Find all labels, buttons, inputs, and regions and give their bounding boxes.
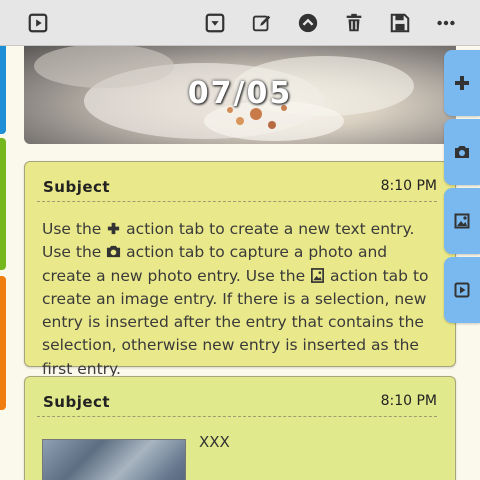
entry-photo[interactable] (42, 439, 186, 480)
edit-button[interactable] (248, 9, 276, 37)
dropdown-button[interactable] (201, 9, 229, 37)
entry-text-part: Use the (42, 220, 107, 238)
toolbar (0, 0, 480, 46)
text-entry-card[interactable]: Subject 8:10 PM Use the action tab to cr… (24, 161, 456, 378)
more-button[interactable] (432, 9, 460, 37)
play-icon (28, 13, 48, 33)
photo-entry-tab[interactable] (444, 119, 480, 185)
add-icon (108, 222, 120, 235)
entry-time: 8:10 PM (380, 393, 437, 409)
more-icon (437, 20, 455, 26)
delete-icon (346, 13, 362, 32)
dropdown-icon (205, 13, 225, 33)
date-label: 07/05 (187, 76, 293, 111)
delete-button[interactable] (340, 9, 368, 37)
entry-caption[interactable]: XXX (199, 433, 230, 451)
left-tab-orange[interactable] (0, 276, 6, 410)
entry-text[interactable]: Use the action tab to create a new text … (42, 218, 439, 381)
left-tab-green[interactable] (0, 138, 6, 270)
move-up-button[interactable] (294, 9, 322, 37)
camera-icon (107, 246, 121, 258)
play-button[interactable] (24, 9, 52, 37)
add-icon (455, 76, 469, 90)
image-icon (454, 213, 470, 229)
photo-entry-card[interactable]: Subject 8:10 PM XXX (24, 376, 456, 480)
entry-header: Subject 8:10 PM (37, 178, 437, 202)
add-entry-tab[interactable] (444, 50, 480, 116)
entry-subject[interactable]: Subject (43, 393, 110, 411)
image-icon (311, 267, 324, 283)
entry-header: Subject 8:10 PM (37, 393, 437, 417)
save-button[interactable] (386, 9, 414, 37)
entry-subject[interactable]: Subject (43, 178, 110, 196)
play-icon (454, 282, 470, 298)
up-icon (298, 13, 318, 33)
date-banner[interactable]: 07/05 (24, 46, 456, 144)
entry-time: 8:10 PM (380, 178, 437, 194)
play-tab[interactable] (444, 257, 480, 323)
save-icon (390, 13, 410, 33)
image-entry-tab[interactable] (444, 188, 480, 254)
camera-icon (455, 146, 469, 158)
edit-icon (252, 15, 271, 32)
